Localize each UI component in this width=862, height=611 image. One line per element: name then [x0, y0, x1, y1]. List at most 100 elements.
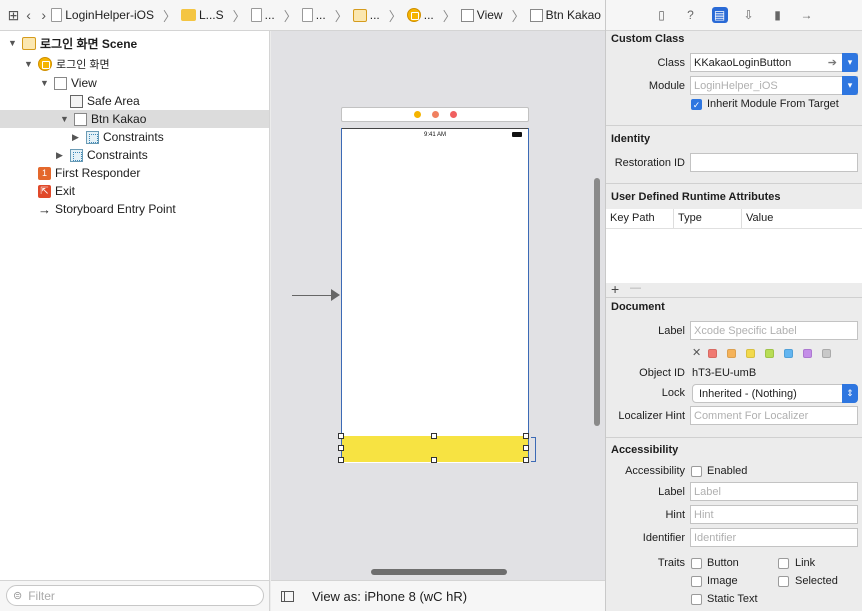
view-icon — [54, 76, 67, 90]
resize-handle[interactable] — [338, 457, 344, 463]
lock-label: Lock — [661, 387, 685, 399]
column-value[interactable]: Value — [746, 212, 773, 224]
identity-inspector: ▯ ? ▤ ⇩ ▮ → Custom Class Class KKakaoLog… — [605, 0, 862, 611]
connections-inspector-icon[interactable]: → — [799, 7, 815, 23]
chevron-updown-icon[interactable]: ⇕ — [842, 384, 858, 403]
section-title-custom-class: Custom Class — [611, 33, 685, 45]
runtime-attributes-table[interactable] — [606, 229, 862, 283]
forward-icon[interactable]: › — [36, 5, 51, 25]
outline-item-safe-area[interactable]: Safe Area — [70, 92, 140, 110]
storyboard-canvas[interactable]: 9:41 AM — [271, 31, 605, 580]
a11y-label-field[interactable]: Label — [690, 482, 858, 501]
outline-label: Btn Kakao — [91, 112, 147, 126]
trait-button-checkbox[interactable] — [691, 558, 702, 569]
add-attribute-button[interactable]: + — [611, 281, 619, 297]
filter-icon: ⊜ — [13, 590, 23, 602]
outline-item-scene[interactable]: ▼ 로그인 화면 Scene — [8, 34, 137, 52]
outline-item-btn-kakao[interactable]: ▼ Btn Kakao — [0, 110, 269, 128]
a11y-label-label: Label — [658, 486, 685, 498]
filter-input[interactable]: ⊜ Filter — [6, 585, 264, 606]
color-label-green[interactable] — [765, 349, 774, 358]
outline-item-exit[interactable]: ⇱ Exit — [38, 182, 75, 200]
trait-link-label: Link — [795, 557, 816, 569]
class-combo[interactable]: KKakaoLoginButton ➔ ▾ — [690, 53, 858, 72]
resize-handle[interactable] — [431, 433, 437, 439]
color-label-gray[interactable] — [822, 349, 831, 358]
view-controller-dock-icon[interactable] — [413, 111, 421, 118]
accessibility-enabled-label: Enabled — [707, 465, 748, 477]
outline-item-view[interactable]: ▼ View — [40, 74, 97, 92]
resize-handle[interactable] — [338, 445, 344, 451]
accessibility-enabled-checkbox[interactable] — [691, 466, 702, 477]
column-type[interactable]: Type — [678, 212, 702, 224]
first-responder-icon: 1 — [38, 166, 51, 180]
go-to-class-icon[interactable]: ➔ — [828, 56, 837, 69]
trait-link-checkbox[interactable] — [778, 558, 789, 569]
help-inspector-icon[interactable]: ? — [683, 7, 699, 23]
exit-dock-icon[interactable] — [449, 111, 457, 118]
disclosure-closed-icon[interactable]: ▶ — [56, 150, 66, 161]
attributes-inspector-icon[interactable]: ⇩ — [741, 7, 757, 23]
outline-item-entry-point[interactable]: → Storyboard Entry Point — [38, 200, 176, 218]
resize-handle[interactable] — [523, 445, 529, 451]
outline-item-controller[interactable]: ▼ 로그인 화면 — [24, 55, 110, 73]
column-key-path[interactable]: Key Path — [610, 212, 655, 224]
disclosure-open-icon[interactable]: ▼ — [8, 38, 18, 48]
remove-attribute-button[interactable]: — — [630, 282, 641, 294]
color-label-yellow[interactable] — [746, 349, 755, 358]
crumb-controller[interactable]: ... — [406, 8, 434, 22]
identity-inspector-icon[interactable]: ▤ — [711, 7, 728, 23]
inherit-module-checkbox[interactable]: ✓ — [691, 99, 702, 110]
chevron-down-icon[interactable]: ▾ — [842, 53, 858, 72]
chevron-down-icon[interactable]: ▾ — [842, 76, 858, 95]
trait-image-checkbox[interactable] — [691, 576, 702, 587]
crumb-scene[interactable]: ... — [352, 8, 380, 22]
toggle-outline-icon[interactable] — [281, 590, 294, 602]
resize-handle[interactable] — [338, 433, 344, 439]
color-label-blue[interactable] — [784, 349, 793, 358]
a11y-hint-field[interactable]: Hint — [690, 505, 858, 524]
crumb-view[interactable]: View — [460, 8, 503, 22]
inherit-module-label: Inherit Module From Target — [707, 98, 839, 110]
trait-selected-checkbox[interactable] — [778, 576, 789, 587]
localizer-hint-field[interactable]: Comment For Localizer — [690, 406, 858, 425]
color-label-purple[interactable] — [803, 349, 812, 358]
doc-label-field[interactable]: Xcode Specific Label — [690, 321, 858, 340]
clear-color-label-icon[interactable]: ✕ — [692, 346, 701, 359]
exit-icon: ⇱ — [38, 184, 51, 198]
outline-item-constraints-outer[interactable]: ▶ Constraints — [56, 146, 148, 164]
module-placeholder: LoginHelper_iOS — [694, 79, 778, 92]
disclosure-open-icon[interactable]: ▼ — [24, 59, 34, 69]
color-label-red[interactable] — [708, 349, 717, 358]
a11y-identifier-field[interactable]: Identifier — [690, 528, 858, 547]
canvas-horizontal-scrollbar[interactable] — [371, 569, 507, 575]
crumb-storyboard[interactable]: ... — [250, 8, 275, 22]
iphone-scene-view[interactable]: 9:41 AM — [341, 128, 529, 463]
disclosure-closed-icon[interactable]: ▶ — [72, 132, 82, 143]
crumb-project[interactable]: LoginHelper-iOS — [51, 8, 154, 22]
lock-select[interactable]: Inherited - (Nothing) ⇕ — [692, 384, 858, 403]
back-icon[interactable]: ‹ — [21, 5, 36, 25]
crumb-btn-kakao[interactable]: Btn Kakao — [529, 8, 601, 22]
file-icon — [301, 8, 313, 22]
color-label-orange[interactable] — [727, 349, 736, 358]
disclosure-open-icon[interactable]: ▼ — [60, 114, 70, 124]
resize-handle[interactable] — [523, 457, 529, 463]
size-inspector-icon[interactable]: ▮ — [770, 7, 786, 23]
file-inspector-icon[interactable]: ▯ — [654, 7, 670, 23]
canvas-vertical-scrollbar[interactable] — [594, 178, 600, 426]
first-responder-dock-icon[interactable] — [431, 111, 439, 118]
crumb-file[interactable]: ... — [301, 8, 326, 22]
outline-item-constraints-inner[interactable]: ▶ Constraints — [72, 128, 164, 146]
resize-handle[interactable] — [523, 433, 529, 439]
module-combo[interactable]: LoginHelper_iOS ▾ — [690, 76, 858, 95]
scene-dock[interactable] — [341, 107, 529, 122]
trait-static-text-checkbox[interactable] — [691, 594, 702, 605]
outline-item-first-responder[interactable]: 1 First Responder — [38, 164, 140, 182]
view-as-device[interactable]: View as: iPhone 8 (wC hR) — [312, 589, 467, 604]
resize-handle[interactable] — [431, 457, 437, 463]
related-items-icon[interactable]: ⊞ — [6, 5, 21, 25]
crumb-folder[interactable]: L...S — [180, 8, 224, 22]
disclosure-open-icon[interactable]: ▼ — [40, 78, 50, 88]
restoration-id-field[interactable] — [690, 153, 858, 172]
